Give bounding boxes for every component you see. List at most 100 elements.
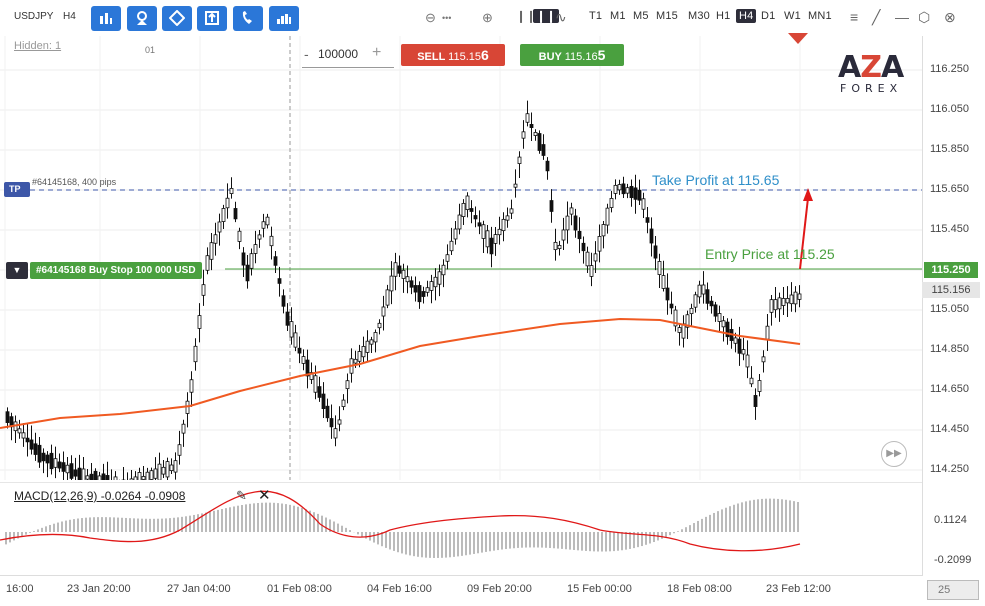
candle bbox=[385, 289, 390, 306]
zoom-out-icon[interactable]: ⊖ bbox=[425, 10, 436, 26]
tf-w1[interactable]: W1 bbox=[784, 10, 801, 22]
candle bbox=[665, 287, 670, 301]
scroll-to-end-marker[interactable] bbox=[788, 33, 808, 44]
stats-button[interactable] bbox=[269, 6, 299, 31]
sell-price-big: 6 bbox=[481, 47, 489, 63]
candle bbox=[793, 291, 798, 305]
buy-label: BUY bbox=[538, 51, 562, 63]
zoom-in-icon[interactable]: ⊕ bbox=[482, 10, 493, 26]
logo-a2: A bbox=[880, 50, 904, 85]
close-icon[interactable]: ✕ bbox=[258, 486, 271, 504]
candle bbox=[609, 198, 614, 208]
settings-icon[interactable]: ⊗ bbox=[944, 9, 956, 26]
buy-button[interactable]: BUY 115.165 bbox=[520, 44, 624, 66]
indicators-button[interactable] bbox=[127, 6, 157, 31]
candle bbox=[569, 207, 574, 215]
candle bbox=[501, 218, 506, 232]
candle bbox=[21, 432, 26, 439]
crosshair-icon[interactable]: ⬡ bbox=[918, 9, 930, 26]
candle bbox=[353, 358, 358, 364]
templates-button[interactable] bbox=[197, 6, 227, 31]
candle bbox=[177, 444, 182, 456]
tp-tag[interactable]: TP bbox=[4, 182, 30, 197]
candle bbox=[129, 478, 134, 480]
edit-icon[interactable]: ✎ bbox=[236, 488, 247, 504]
candle bbox=[717, 313, 722, 322]
fibonacci-icon[interactable]: ≡ bbox=[850, 9, 858, 25]
quantity-stepper[interactable]: - 100000 + bbox=[302, 44, 394, 68]
trade-button[interactable] bbox=[233, 6, 263, 31]
candle bbox=[713, 304, 718, 317]
macd-histogram bbox=[5, 498, 799, 558]
candle bbox=[285, 311, 290, 326]
candle bbox=[221, 208, 226, 222]
price-tick: 116.050 bbox=[930, 103, 969, 115]
candle bbox=[113, 476, 118, 480]
candle bbox=[241, 252, 246, 266]
candle bbox=[617, 184, 622, 191]
macd-title[interactable]: MACD(12,26,9) -0.0264 -0.0908 bbox=[14, 489, 185, 503]
sell-button[interactable]: SELL 115.156 bbox=[401, 44, 505, 66]
candle bbox=[421, 291, 426, 297]
tf-m15[interactable]: M15 bbox=[656, 10, 678, 22]
tf-h4[interactable]: H4 bbox=[736, 9, 757, 23]
candle bbox=[393, 262, 398, 277]
zoom-slider[interactable]: ••• bbox=[442, 13, 451, 23]
quantity-value[interactable]: 100000 bbox=[318, 47, 358, 61]
chart-type-icon bbox=[100, 13, 112, 24]
candle bbox=[585, 251, 590, 267]
price-tick: 114.250 bbox=[930, 463, 969, 475]
bar-count-field[interactable]: 25 bbox=[927, 580, 979, 600]
candle bbox=[777, 297, 782, 310]
entry-order-tag[interactable]: #64145168 Buy Stop 100 000 USD bbox=[30, 262, 202, 279]
drawing-button[interactable] bbox=[162, 6, 192, 31]
candle bbox=[477, 222, 482, 227]
tf-m5[interactable]: M5 bbox=[633, 10, 649, 22]
fast-forward-button[interactable]: ▶▶ bbox=[881, 441, 907, 467]
entry-price-label: 115.250 bbox=[924, 262, 978, 278]
macd-scale-bottom: -0.2099 bbox=[934, 554, 972, 566]
tf-mn1[interactable]: MN1 bbox=[808, 10, 832, 22]
candle bbox=[597, 236, 602, 252]
candle bbox=[73, 469, 78, 477]
hidden-objects-link[interactable]: Hidden: 1 bbox=[14, 40, 61, 52]
candle bbox=[157, 463, 162, 480]
candle bbox=[533, 132, 538, 136]
tf-t1[interactable]: T1 bbox=[589, 10, 602, 22]
candle bbox=[645, 217, 650, 223]
order-dropdown-icon[interactable]: ▼ bbox=[6, 262, 28, 279]
candle bbox=[437, 271, 442, 285]
tf-m30[interactable]: M30 bbox=[688, 10, 710, 22]
candle bbox=[529, 124, 534, 128]
candle bbox=[781, 298, 786, 306]
quantity-minus[interactable]: - bbox=[304, 46, 309, 62]
line-chart-icon[interactable]: ∿ bbox=[555, 9, 567, 26]
symbol-label[interactable]: USDJPY bbox=[14, 11, 53, 22]
price-tick: 116.250 bbox=[930, 63, 969, 75]
candle bbox=[37, 444, 42, 463]
time-tick: 23 Feb 12:00 bbox=[766, 583, 831, 595]
candle bbox=[57, 461, 62, 469]
candle bbox=[169, 464, 174, 472]
buy-price: 115.16 bbox=[564, 51, 598, 63]
trendline-icon[interactable]: ╱ bbox=[872, 9, 880, 26]
candle bbox=[265, 216, 270, 226]
horizontal-line-icon[interactable]: — bbox=[895, 9, 909, 25]
tf-d1[interactable]: D1 bbox=[761, 10, 775, 22]
candle bbox=[193, 345, 198, 363]
stats-icon bbox=[277, 14, 291, 24]
templates-icon bbox=[205, 11, 219, 25]
candle bbox=[761, 356, 766, 363]
tf-m1[interactable]: M1 bbox=[610, 10, 626, 22]
tf-h1[interactable]: H1 bbox=[716, 10, 730, 22]
buy-price-big: 5 bbox=[597, 47, 606, 63]
quantity-plus[interactable]: + bbox=[372, 44, 381, 62]
chart-type-button[interactable] bbox=[91, 6, 121, 31]
candle bbox=[669, 303, 674, 309]
candle bbox=[553, 241, 558, 251]
candle bbox=[381, 306, 386, 317]
trade-icon bbox=[242, 11, 252, 24]
candle bbox=[797, 293, 802, 300]
candle bbox=[469, 208, 474, 212]
candle bbox=[485, 230, 490, 248]
